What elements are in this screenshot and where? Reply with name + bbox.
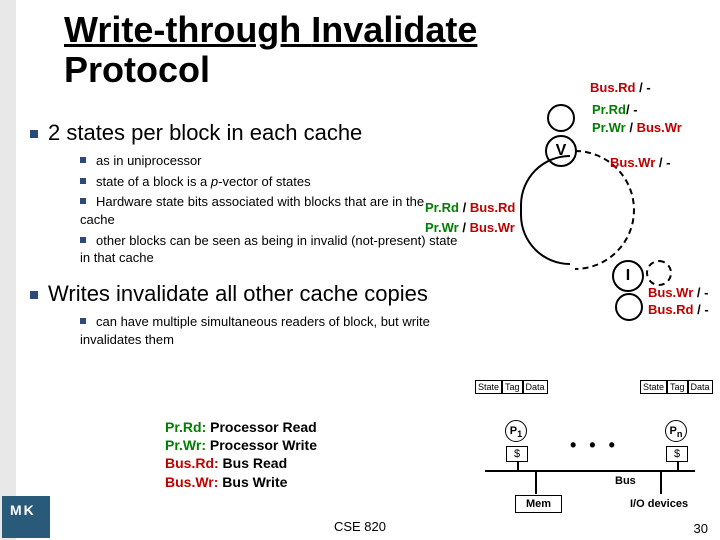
lbl-i-busrd: Bus.Rd / - <box>648 302 709 317</box>
legend-prwr-b: Processor Write <box>206 437 317 453</box>
mem-box: Mem <box>515 495 562 513</box>
slide-title: Write-through Invalidate Protocol <box>64 10 684 89</box>
bullet-icon <box>80 237 86 243</box>
left-accent-bar <box>0 0 16 540</box>
bullet-icon <box>30 291 38 299</box>
sub-4: other blocks can be seen as being in inv… <box>80 233 457 266</box>
state-diagram: V I Bus.Rd / - Pr.Rd/ - Pr.Wr / Bus.Wr B… <box>460 80 720 340</box>
legend-prrd-b: Processor Read <box>206 419 317 435</box>
proc-1: P1 <box>505 420 527 442</box>
lbl-top: Bus.Rd / - <box>590 80 651 95</box>
lbl-v-prrd: Pr.Rd/ - <box>592 102 638 117</box>
wire4 <box>660 472 662 494</box>
sublist-1: as in uniprocessor state of a block is a… <box>80 152 460 266</box>
wire1 <box>517 462 519 472</box>
content-area: 2 states per block in each cache as in u… <box>30 120 460 358</box>
self-loop-i-dashed <box>646 260 672 286</box>
sub2-1: can have multiple simultaneous readers o… <box>80 314 430 347</box>
title-word2: Invalidate <box>311 9 477 50</box>
bullet-main-2: Writes invalidate all other cache copies <box>30 281 460 307</box>
proc-n: Pn <box>665 420 687 442</box>
slide-number: 30 <box>694 521 708 536</box>
arc-i-to-v <box>520 155 570 265</box>
sub-3: Hardware state bits associated with bloc… <box>80 194 424 227</box>
state-i-node: I <box>612 260 644 292</box>
bullet-icon <box>30 130 38 138</box>
wire2 <box>677 462 679 472</box>
sub-1: as in uniprocessor <box>96 153 202 168</box>
lbl-i-buswr: Bus.Wr / - <box>648 285 708 300</box>
self-loop-i <box>615 293 643 321</box>
bullet-icon <box>80 198 86 204</box>
io-label: I/O devices <box>630 498 688 510</box>
main2-text: Writes invalidate all other cache copies <box>48 281 428 306</box>
cache-1: $ <box>506 446 528 462</box>
dots: • • • <box>570 435 619 456</box>
bullet-icon <box>80 178 86 184</box>
wire3 <box>535 472 537 494</box>
footer-course: CSE 820 <box>0 519 720 534</box>
main1-text: 2 states per block in each cache <box>48 120 362 145</box>
legend-busrd-a: Bus.Rd: <box>165 455 219 471</box>
legend-box: Pr.Rd: Processor Read Pr.Wr: Processor W… <box>165 418 317 491</box>
title-word1: Write-through <box>64 9 311 50</box>
sub-2: state of a block is a p-vector of states <box>96 174 311 189</box>
legend-buswr-a: Bus.Wr: <box>165 474 218 490</box>
bus-label: Bus <box>615 475 636 487</box>
legend-busrd-b: Bus Read <box>219 455 287 471</box>
bullet-main-1: 2 states per block in each cache <box>30 120 460 146</box>
lbl-mid-prrd: Pr.Rd / Bus.Rd <box>425 200 515 215</box>
self-loop-v <box>547 104 575 132</box>
legend-prrd-a: Pr.Rd: <box>165 419 206 435</box>
cache-n: $ <box>666 446 688 462</box>
legend-buswr-b: Bus Write <box>218 474 287 490</box>
sublist-2: can have multiple simultaneous readers o… <box>80 313 460 348</box>
bullet-icon <box>80 157 86 163</box>
bullet-icon <box>80 318 86 324</box>
legend-prwr-a: Pr.Wr: <box>165 437 206 453</box>
lbl-v-prwr: Pr.Wr / Bus.Wr <box>592 120 682 135</box>
lbl-v-buswr: Bus.Wr / - <box>610 155 670 170</box>
cache-hdr-left: StateTagData <box>475 380 548 394</box>
cache-hdr-right: StateTagData <box>640 380 713 394</box>
lbl-mid-prwr: Pr.Wr / Bus.Wr <box>425 220 515 235</box>
